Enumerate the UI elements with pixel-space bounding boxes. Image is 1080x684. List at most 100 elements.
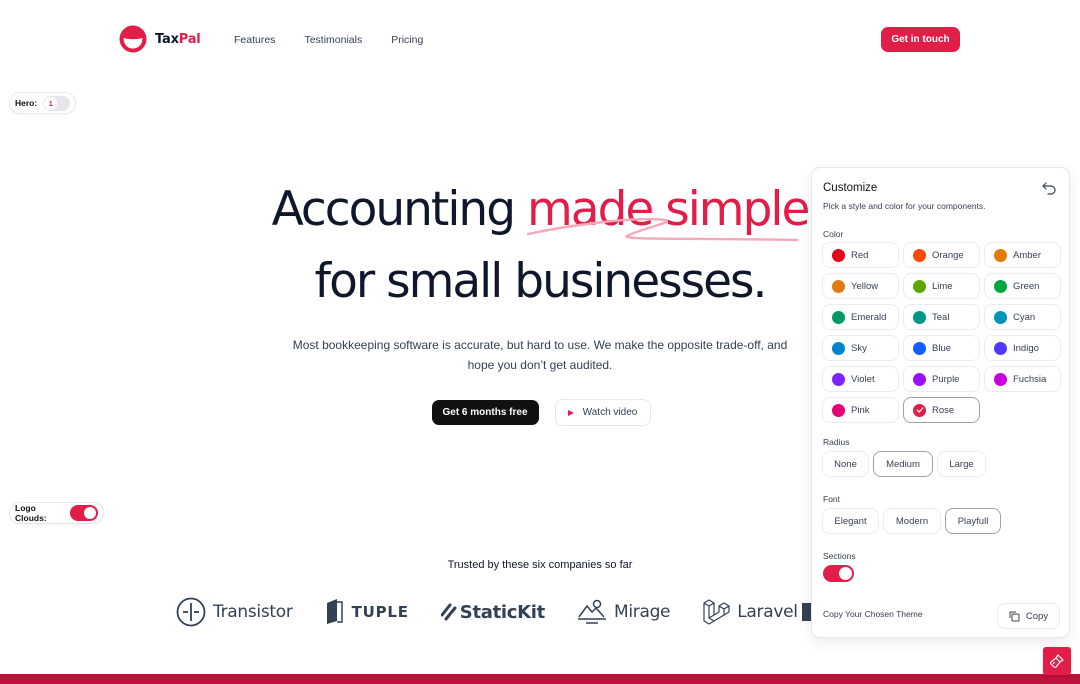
- customize-panel: Customize Pick a style and color for you…: [811, 167, 1070, 638]
- sections-label: Sections: [823, 551, 856, 561]
- logo-clouds-control: Logo Clouds:: [9, 502, 104, 524]
- color-swatch: [994, 279, 1007, 293]
- color-option-amber[interactable]: Amber: [984, 242, 1061, 268]
- color-option-emerald[interactable]: Emerald: [822, 304, 899, 330]
- color-option-pink[interactable]: Pink: [822, 397, 899, 423]
- color-option-label: Cyan: [1013, 311, 1036, 323]
- mirage-icon: [577, 599, 606, 624]
- font-option-elegant[interactable]: Elegant: [822, 508, 879, 534]
- brand-prefix: Tax: [155, 31, 179, 47]
- color-swatch: [994, 372, 1007, 386]
- color-option-orange[interactable]: Orange: [903, 242, 980, 268]
- paintbrush-icon: [1049, 654, 1064, 669]
- color-option-label: Lime: [932, 280, 953, 292]
- color-option-label: Emerald: [851, 311, 887, 323]
- laravel-icon: [703, 599, 730, 625]
- color-swatch: [994, 248, 1007, 262]
- watch-video-label: Watch video: [582, 407, 638, 418]
- company-name: StaticKit: [459, 601, 545, 623]
- font-option-playfull[interactable]: Playfull: [945, 508, 1001, 534]
- color-option-label: Fuchsia: [1013, 373, 1047, 385]
- color-swatch: [832, 279, 845, 293]
- logo-clouds-label: Logo Clouds:: [15, 503, 47, 523]
- radius-option-none[interactable]: None: [822, 451, 869, 477]
- nav-pricing[interactable]: Pricing: [383, 30, 431, 50]
- color-option-label: Blue: [932, 342, 952, 354]
- hero-variant-label: Hero:: [15, 98, 38, 108]
- company-statickit: StaticKit: [440, 601, 545, 623]
- hero-variant-slider[interactable]: 1: [43, 95, 70, 111]
- color-options: Red Orange Amber Yellow Lime Green Emerald Teal…: [822, 242, 1061, 423]
- watch-video-button[interactable]: Watch video: [554, 399, 651, 426]
- statickit-icon: [440, 603, 457, 621]
- reset-undo-icon[interactable]: [1041, 180, 1057, 196]
- copy-button[interactable]: Copy: [997, 603, 1060, 629]
- radius-option-large[interactable]: Large: [937, 451, 986, 477]
- color-option-lime[interactable]: Lime: [903, 273, 980, 299]
- brand-accent: Pal: [178, 31, 201, 47]
- sections-toggle[interactable]: [823, 565, 854, 582]
- color-option-label: Yellow: [851, 280, 879, 292]
- company-name: Mirage: [613, 602, 671, 622]
- radius-label: Radius: [823, 437, 850, 447]
- color-swatch: [832, 372, 845, 386]
- company-transistor: Transistor: [176, 597, 293, 627]
- color-swatch: [913, 341, 926, 355]
- color-option-purple[interactable]: Purple: [903, 366, 980, 392]
- color-option-label: Pink: [851, 404, 870, 416]
- color-option-teal[interactable]: Teal: [903, 304, 980, 330]
- check-icon: [916, 407, 923, 413]
- nav-features[interactable]: Features: [226, 30, 283, 50]
- radius-options: None Medium Large: [822, 451, 986, 477]
- font-label: Font: [823, 494, 841, 504]
- color-swatch: [913, 279, 926, 293]
- color-option-indigo[interactable]: Indigo: [984, 335, 1061, 361]
- color-option-label: Rose: [932, 404, 955, 416]
- tuple-icon: [326, 599, 343, 624]
- color-swatch: [832, 403, 845, 417]
- color-option-green[interactable]: Green: [984, 273, 1061, 299]
- color-option-label: Purple: [932, 373, 960, 385]
- get-6-months-free-button[interactable]: Get 6 months free: [431, 400, 539, 425]
- color-option-label: Teal: [932, 311, 950, 323]
- get-in-touch-button[interactable]: Get in touch: [881, 27, 960, 52]
- color-option-label: Amber: [1013, 249, 1041, 261]
- color-option-rose[interactable]: Rose: [903, 397, 980, 423]
- color-option-yellow[interactable]: Yellow: [822, 273, 899, 299]
- company-laravel: Laravel: [702, 598, 798, 626]
- color-option-fuchsia[interactable]: Fuchsia: [984, 366, 1061, 392]
- transistor-icon: [176, 597, 206, 627]
- company-tuple: TUPLE: [325, 598, 409, 626]
- company-mirage: Mirage: [577, 599, 671, 625]
- font-option-modern[interactable]: Modern: [883, 508, 941, 534]
- company-name: TUPLE: [351, 603, 409, 621]
- color-option-label: Red: [851, 249, 869, 261]
- color-option-red[interactable]: Red: [822, 242, 899, 268]
- nav-testimonials[interactable]: Testimonials: [296, 30, 370, 50]
- main-nav: Features Testimonials Pricing: [226, 30, 444, 50]
- logo-clouds-toggle[interactable]: [70, 505, 98, 521]
- color-label: Color: [823, 229, 844, 239]
- toggle-knob: [84, 507, 96, 519]
- color-option-blue[interactable]: Blue: [903, 335, 980, 361]
- color-option-violet[interactable]: Violet: [822, 366, 899, 392]
- customize-description: Pick a style and color for your componen…: [823, 201, 986, 211]
- copy-icon: [1009, 611, 1020, 621]
- color-option-cyan[interactable]: Cyan: [984, 304, 1061, 330]
- copy-button-label: Copy: [1025, 610, 1049, 622]
- toggle-knob: [839, 567, 852, 580]
- site-header: TaxPal Features Testimonials Pricing Get…: [0, 0, 1080, 80]
- brand-name: TaxPal: [155, 32, 201, 47]
- customize-toggle-button[interactable]: [1043, 647, 1071, 675]
- color-option-label: Sky: [851, 342, 867, 354]
- color-swatch: [832, 310, 845, 324]
- hero-variant-value[interactable]: 1: [44, 96, 58, 110]
- color-option-label: Indigo: [1013, 342, 1039, 354]
- bottom-accent-bar: [0, 674, 1080, 684]
- radius-option-medium[interactable]: Medium: [873, 451, 933, 477]
- hero-subtitle: Most bookkeeping software is accurate, b…: [292, 338, 788, 372]
- color-swatch: [913, 248, 926, 262]
- color-swatch: [913, 372, 926, 386]
- color-option-sky[interactable]: Sky: [822, 335, 899, 361]
- brand-logo[interactable]: TaxPal: [119, 25, 201, 53]
